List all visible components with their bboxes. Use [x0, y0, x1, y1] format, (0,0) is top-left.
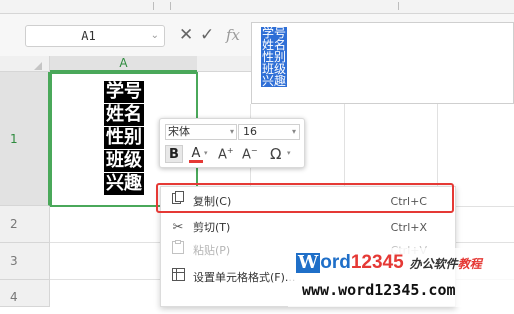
cell-content: 学号 姓名 性别 班级 兴趣: [104, 81, 146, 196]
select-all-triangle-icon: [34, 62, 42, 70]
chevron-down-icon[interactable]: ▾: [292, 125, 296, 139]
increase-font-label: A: [218, 147, 227, 163]
row-header-2[interactable]: 2: [0, 206, 50, 243]
mini-format-toolbar: 宋体 ▾ 16 ▾ B A ▾ A+ A− Ω ▾: [159, 118, 305, 168]
special-character-button[interactable]: Ω: [270, 145, 281, 163]
formula-line: 兴趣: [261, 74, 288, 88]
watermark: Word12345 办公软件教程 www.word12345.com: [288, 248, 514, 307]
format-cells-icon: [171, 265, 185, 291]
menu-item-label: 设置单元格格式(F)...: [193, 271, 296, 284]
watermark-tagline-b: 教程: [457, 257, 482, 271]
watermark-brand: Word12345 办公软件教程: [296, 252, 482, 274]
row-header-4[interactable]: 4: [0, 280, 50, 307]
plus-icon: +: [226, 146, 234, 155]
name-box-value: A1: [81, 29, 96, 43]
name-box[interactable]: A1 ⌄: [25, 25, 165, 47]
select-all-corner[interactable]: [0, 56, 50, 72]
toolbar-strip: [0, 0, 514, 14]
bold-button[interactable]: B: [165, 145, 183, 163]
row-header-3[interactable]: 3: [0, 243, 50, 280]
formula-content: 学号 姓名 性别 班级 兴趣: [261, 27, 301, 87]
font-name-value: 宋体: [168, 125, 190, 138]
column-header-b[interactable]: [197, 56, 251, 72]
menu-item-label: 粘贴(P): [193, 244, 231, 257]
watermark-logo-letter: W: [296, 252, 321, 273]
watermark-brand-number: 12345: [350, 252, 404, 273]
chevron-down-icon[interactable]: ⌄: [151, 30, 159, 41]
minus-icon: −: [250, 146, 258, 155]
increase-font-size-button[interactable]: A+: [218, 146, 234, 162]
watermark-brand-word: ord: [320, 252, 351, 273]
font-size-select[interactable]: 16 ▾: [238, 124, 300, 140]
font-size-value: 16: [243, 125, 257, 138]
cell-text-line: 学号: [104, 81, 144, 103]
watermark-tagline-a: 办公软件: [409, 257, 458, 271]
row-header-1[interactable]: 1: [0, 72, 50, 206]
watermark-tagline: 办公软件教程: [410, 257, 482, 271]
cancel-icon[interactable]: ✕: [179, 24, 193, 46]
confirm-icon[interactable]: ✓: [200, 24, 214, 46]
copy-highlight-box: [156, 183, 454, 213]
font-name-select[interactable]: 宋体 ▾: [165, 124, 237, 140]
watermark-url: www.word12345.com: [302, 281, 456, 299]
decrease-font-label: A: [242, 147, 251, 163]
formula-input[interactable]: 学号 姓名 性别 班级 兴趣: [251, 22, 514, 104]
chevron-down-icon[interactable]: ▾: [230, 125, 234, 139]
cell-text-line: 兴趣: [104, 173, 144, 195]
font-color-button[interactable]: A: [189, 145, 203, 163]
decrease-font-size-button[interactable]: A−: [242, 146, 258, 162]
cell-text-line: 姓名: [104, 104, 144, 126]
column-header-a[interactable]: A: [50, 56, 197, 72]
chevron-down-icon[interactable]: ▾: [287, 149, 291, 157]
chevron-down-icon[interactable]: ▾: [204, 149, 208, 157]
cell-text-line: 班级: [104, 150, 144, 172]
paste-icon: [171, 238, 185, 264]
function-icon[interactable]: fx: [226, 24, 240, 46]
cell-text-line: 性别: [104, 127, 144, 149]
